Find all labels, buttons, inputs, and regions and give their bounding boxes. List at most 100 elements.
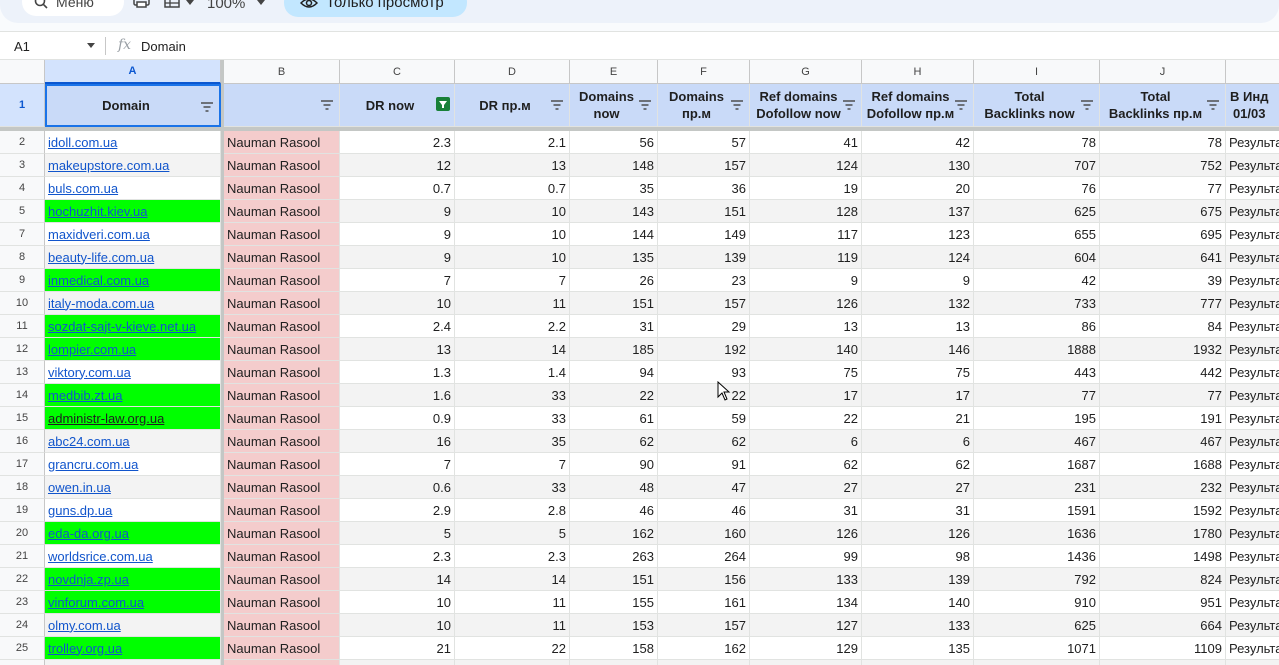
row-header-4[interactable]: 4	[0, 177, 45, 200]
domain-link[interactable]: maxidveri.com.ua	[48, 227, 150, 242]
domain-cell[interactable]: hochuzhit.kiev.ua	[45, 200, 221, 223]
row-header-3[interactable]: 3	[0, 154, 45, 177]
row-header-11[interactable]: 11	[0, 315, 45, 338]
domain-cell[interactable]: abc24.com.ua	[45, 430, 221, 453]
domain-cell[interactable]: viktory.com.ua	[45, 361, 221, 384]
domain-link[interactable]: guns.dp.ua	[48, 503, 112, 518]
row-header-5[interactable]: 5	[0, 200, 45, 223]
domain-link[interactable]: beauty-life.com.ua	[48, 250, 154, 265]
filter-icon[interactable]	[321, 100, 333, 110]
row-header-partial[interactable]	[0, 660, 45, 665]
filter-icon[interactable]	[731, 100, 743, 110]
filter-icon[interactable]	[1081, 100, 1093, 110]
header-cell-c[interactable]: DR now	[340, 84, 455, 127]
domain-cell[interactable]: worldsrice.com.ua	[45, 545, 221, 568]
header-cell-k[interactable]: В Инд 01/03	[1226, 84, 1279, 127]
domain-cell[interactable]: beauty-life.com.ua	[45, 246, 221, 269]
domain-link[interactable]: worldsrice.com.ua	[48, 549, 153, 564]
row-header-22[interactable]: 22	[0, 568, 45, 591]
header-cell-h[interactable]: Ref domains Dofollow пр.м	[862, 84, 974, 127]
domain-cell[interactable]: novdnja.zp.ua	[45, 568, 221, 591]
column-header-a[interactable]: A	[45, 60, 221, 84]
filter-icon[interactable]	[843, 100, 855, 110]
domain-cell[interactable]: vinforum.com.ua	[45, 591, 221, 614]
domain-cell[interactable]: medbib.zt.ua	[45, 384, 221, 407]
domain-cell[interactable]: makeupstore.com.ua	[45, 154, 221, 177]
zoom-chevron-down-icon[interactable]	[257, 0, 265, 5]
domain-link[interactable]: inmedical.com.ua	[48, 273, 149, 288]
row-header-12[interactable]: 12	[0, 338, 45, 361]
row-header-18[interactable]: 18	[0, 476, 45, 499]
filter-icon[interactable]	[1207, 100, 1219, 110]
domain-cell[interactable]: administr-law.org.ua	[45, 407, 221, 430]
domain-link[interactable]: eda-da.org.ua	[48, 526, 129, 541]
filter-icon[interactable]	[955, 100, 967, 110]
filter-icon[interactable]	[639, 100, 651, 110]
filter-active-icon[interactable]	[436, 97, 450, 111]
row-header-1[interactable]: 1	[0, 84, 45, 127]
domain-link[interactable]: trolley.org.ua	[48, 641, 122, 656]
column-header-j[interactable]: J	[1100, 60, 1226, 84]
zoom-select[interactable]: 100%	[207, 0, 245, 12]
row-header-8[interactable]: 8	[0, 246, 45, 269]
filter-icon[interactable]	[551, 100, 563, 110]
column-header-i[interactable]: I	[974, 60, 1100, 84]
domain-cell[interactable]: owen.in.ua	[45, 476, 221, 499]
domain-cell[interactable]: lompier.com.ua	[45, 338, 221, 361]
row-header-20[interactable]: 20	[0, 522, 45, 545]
domain-link[interactable]: grancru.com.ua	[48, 457, 138, 472]
name-box-chevron-down-icon[interactable]	[87, 43, 95, 48]
row-header-23[interactable]: 23	[0, 591, 45, 614]
column-header-g[interactable]: G	[750, 60, 862, 84]
column-header-b[interactable]: B	[224, 60, 340, 84]
row-header-21[interactable]: 21	[0, 545, 45, 568]
select-all-corner[interactable]	[0, 60, 45, 84]
column-header-k[interactable]	[1226, 60, 1279, 84]
domain-link[interactable]: vinforum.com.ua	[48, 595, 144, 610]
domain-link[interactable]: olmy.com.ua	[48, 618, 121, 633]
header-cell-j[interactable]: Total Backlinks пр.м	[1100, 84, 1226, 127]
filter-icon[interactable]	[201, 102, 213, 112]
row-header-15[interactable]: 15	[0, 407, 45, 430]
column-header-c[interactable]: C	[340, 60, 455, 84]
row-header-24[interactable]: 24	[0, 614, 45, 637]
domain-cell[interactable]: eda-da.org.ua	[45, 522, 221, 545]
row-header-19[interactable]: 19	[0, 499, 45, 522]
header-cell-b[interactable]	[224, 84, 340, 127]
column-header-f[interactable]: F	[658, 60, 750, 84]
domain-cell[interactable]: guns.dp.ua	[45, 499, 221, 522]
domain-cell[interactable]: idoll.com.ua	[45, 131, 221, 154]
row-header-25[interactable]: 25	[0, 637, 45, 660]
header-cell-a[interactable]: Domain	[45, 84, 221, 127]
row-header-17[interactable]: 17	[0, 453, 45, 476]
frozen-column-divider[interactable]	[221, 60, 224, 665]
column-header-d[interactable]: D	[455, 60, 570, 84]
domain-cell[interactable]: maxidveri.com.ua	[45, 223, 221, 246]
domain-cell[interactable]: italy-moda.com.ua	[45, 292, 221, 315]
row-header-7[interactable]: 7	[0, 223, 45, 246]
domain-link[interactable]: sozdat-sajt-v-kieve.net.ua	[48, 319, 196, 334]
header-cell-d[interactable]: DR пр.м	[455, 84, 570, 127]
domain-link[interactable]: administr-law.org.ua	[48, 411, 164, 426]
header-cell-f[interactable]: Domains пр.м	[658, 84, 750, 127]
name-box[interactable]: A1	[14, 39, 30, 54]
menu-search-button[interactable]: Меню	[22, 0, 124, 16]
row-header-2[interactable]: 2	[0, 131, 45, 154]
domain-cell[interactable]: trolley.org.ua	[45, 637, 221, 660]
domain-link[interactable]: viktory.com.ua	[48, 365, 131, 380]
header-cell-e[interactable]: Domains now	[570, 84, 658, 127]
domain-cell[interactable]: inmedical.com.ua	[45, 269, 221, 292]
domain-link[interactable]: owen.in.ua	[48, 480, 111, 495]
column-header-e[interactable]: E	[570, 60, 658, 84]
domain-link[interactable]: idoll.com.ua	[48, 135, 117, 150]
header-cell-g[interactable]: Ref domains Dofollow now	[750, 84, 862, 127]
frozen-row-divider[interactable]	[0, 127, 1279, 131]
domain-cell[interactable]: olmy.com.ua	[45, 614, 221, 637]
row-header-13[interactable]: 13	[0, 361, 45, 384]
column-header-h[interactable]: H	[862, 60, 974, 84]
row-header-14[interactable]: 14	[0, 384, 45, 407]
domain-link[interactable]: abc24.com.ua	[48, 434, 130, 449]
domain-link[interactable]: medbib.zt.ua	[48, 388, 122, 403]
domain-cell[interactable]: buls.com.ua	[45, 177, 221, 200]
row-header-16[interactable]: 16	[0, 430, 45, 453]
